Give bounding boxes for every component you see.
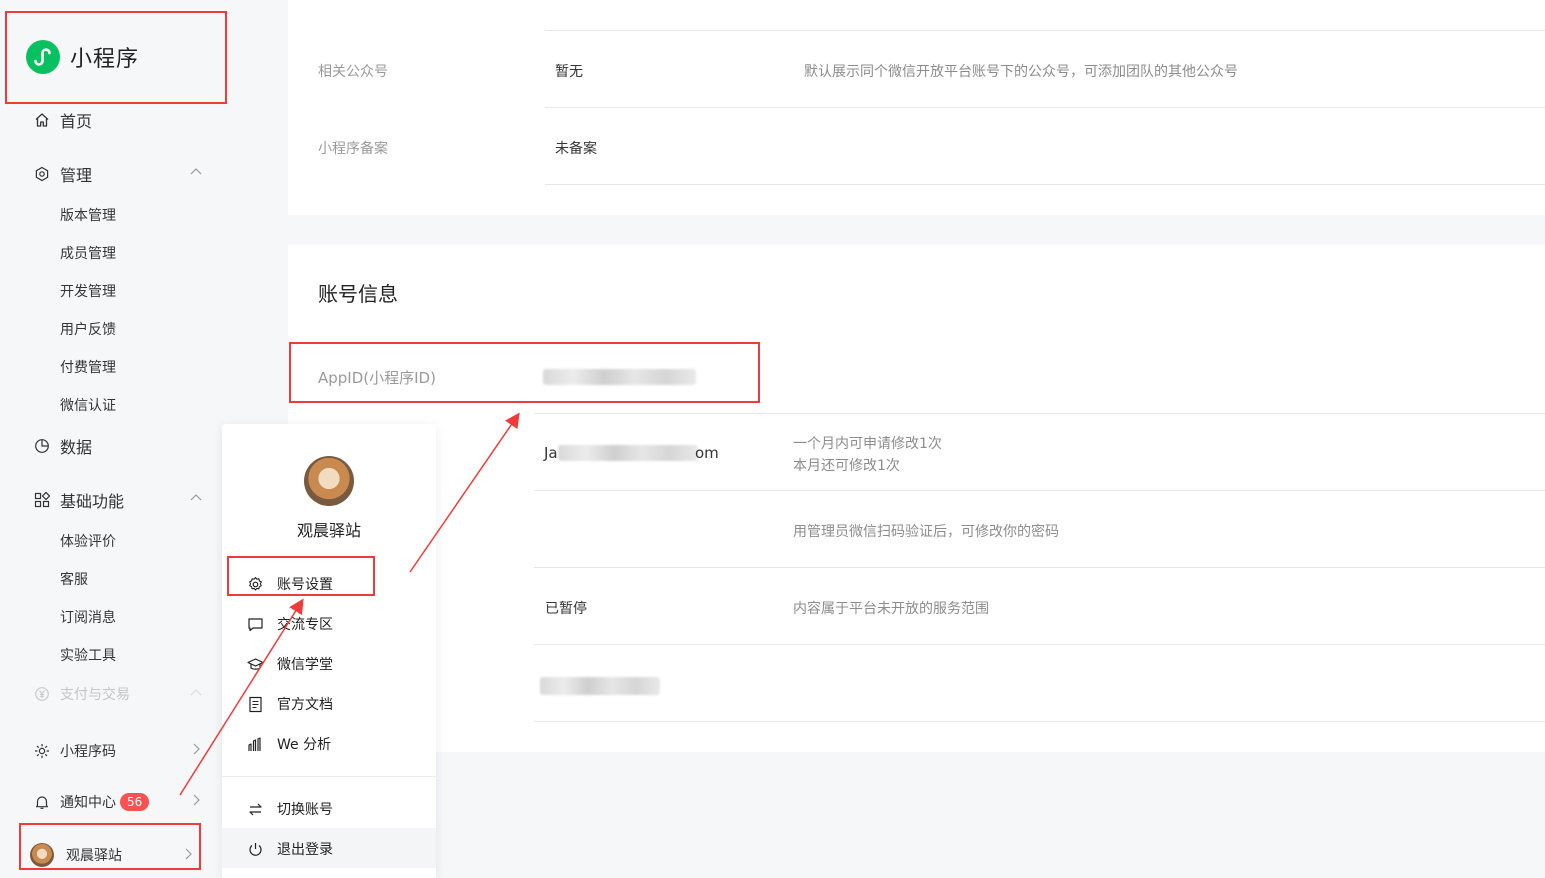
sidebar-account-name: 观晨驿站 (66, 848, 122, 864)
divider (534, 490, 1545, 491)
email-value-blurred (558, 445, 698, 461)
menu-item-label: 切换账号 (277, 802, 333, 818)
logout-item[interactable]: 退出登录 (246, 839, 436, 859)
divider (534, 644, 1545, 645)
power-icon (246, 840, 264, 858)
filing-value: 未备案 (555, 141, 597, 157)
password-desc: 用管理员微信扫码验证后，可修改你的密码 (793, 524, 1059, 540)
account-info-card: 账号信息 AppID(小程序ID) Ja om 一个月内可申请修改1次 本月还可… (288, 245, 1545, 752)
chevron-right-icon (189, 793, 203, 811)
blurred-value (540, 677, 660, 695)
official-account-label: 相关公众号 (318, 64, 388, 80)
divider (222, 776, 436, 777)
community-item[interactable]: 交流专区 (246, 614, 436, 634)
bars-icon (246, 735, 264, 753)
switch-account-item[interactable]: 切换账号 (246, 799, 436, 819)
sidebar-item-label: 支付与交易 (60, 687, 130, 703)
home-icon (33, 111, 51, 129)
sidebar-item-label: 小程序码 (60, 744, 116, 760)
chevron-right-icon (189, 742, 203, 760)
sidebar-item-label: 首页 (60, 112, 93, 131)
sidebar-item-manage[interactable]: 管理 (33, 162, 203, 186)
settings-hex-icon (33, 165, 51, 183)
divider (534, 567, 1545, 568)
chevron-right-icon (181, 847, 195, 865)
sidebar-item-label: 通知中心 (60, 795, 116, 811)
email-desc-line1: 一个月内可申请修改1次 (793, 436, 942, 452)
popup-account-name: 观晨驿站 (296, 521, 361, 540)
sidebar-item-basic[interactable]: 基础功能 (33, 488, 203, 512)
sidebar-item-label: 数据 (60, 438, 93, 457)
email-value-prefix: Ja (544, 444, 558, 462)
sidebar-item-subscriptions[interactable]: 订阅消息 (60, 607, 116, 627)
email-desc-line2: 本月还可修改1次 (793, 458, 900, 474)
we-analysis-item[interactable]: We 分析 (246, 734, 436, 754)
section-title: 账号信息 (318, 282, 398, 306)
mini-program-info-card: 相关公众号 暂无 默认展示同个微信开放平台账号下的公众号，可添加团队的其他公众号… (288, 0, 1545, 215)
sidebar-item-feedback[interactable]: 用户反馈 (60, 319, 116, 339)
sidebar-item-qrcode[interactable]: 小程序码 (33, 741, 203, 761)
pie-chart-icon (33, 437, 51, 455)
avatar (30, 843, 54, 867)
appid-value-blurred (543, 369, 696, 385)
sidebar: 小程序 首页 管理 版本管理 成员管理 开发管理 用户反馈 付费管理 微信认证 … (0, 0, 232, 878)
menu-item-label: 退出登录 (277, 842, 333, 858)
service-status-value: 已暂停 (545, 601, 587, 617)
sidebar-item-label: 基础功能 (60, 492, 125, 511)
official-docs-item[interactable]: 官方文档 (246, 694, 436, 714)
sidebar-item-members[interactable]: 成员管理 (60, 243, 116, 263)
divider (545, 107, 1545, 108)
sidebar-item-lab-tools[interactable]: 实验工具 (60, 645, 116, 665)
divider (534, 721, 1545, 722)
email-value-suffix: om (695, 444, 719, 462)
sidebar-item-verification[interactable]: 微信认证 (60, 395, 116, 415)
official-account-desc: 默认展示同个微信开放平台账号下的公众号，可添加团队的其他公众号 (804, 64, 1238, 80)
brand-logo[interactable]: 小程序 (26, 40, 139, 74)
menu-item-label: 账号设置 (277, 577, 333, 593)
appid-label: AppID(小程序ID) (318, 369, 436, 387)
chat-icon (246, 615, 264, 633)
yen-icon (33, 685, 51, 703)
sidebar-item-versions[interactable]: 版本管理 (60, 205, 116, 225)
filing-label: 小程序备案 (318, 141, 388, 157)
sidebar-item-payment-manage[interactable]: 付费管理 (60, 357, 116, 377)
graduation-cap-icon (246, 655, 264, 673)
sidebar-account-menu[interactable]: 观晨驿站 (30, 843, 195, 867)
divider (534, 413, 1545, 414)
sidebar-item-payment: 支付与交易 (33, 684, 203, 704)
sidebar-item-review[interactable]: 体验评价 (60, 531, 116, 551)
notification-count-badge: 56 (120, 793, 150, 811)
mini-program-logo-icon (26, 40, 60, 74)
chevron-up-icon (189, 686, 203, 704)
chevron-up-icon (189, 490, 203, 509)
bell-icon (33, 793, 51, 811)
sun-icon (33, 742, 51, 760)
document-icon (246, 695, 264, 713)
menu-item-label: 微信学堂 (277, 657, 333, 673)
sidebar-item-data[interactable]: 数据 (33, 434, 203, 458)
account-popup-menu: 观晨驿站 账号设置 交流专区 微信学堂 官方文档 We 分析 切换账号 退出登录 (222, 424, 436, 878)
sidebar-item-development[interactable]: 开发管理 (60, 281, 116, 301)
official-account-value: 暂无 (555, 64, 583, 80)
sidebar-item-label: 管理 (60, 166, 93, 185)
divider (545, 30, 1545, 31)
wechat-academy-item[interactable]: 微信学堂 (246, 654, 436, 674)
menu-item-label: 交流专区 (277, 617, 333, 633)
chevron-up-icon (189, 164, 203, 183)
divider (545, 184, 1545, 185)
swap-arrows-icon (246, 800, 264, 818)
sidebar-item-home[interactable]: 首页 (33, 108, 203, 132)
sidebar-item-notifications[interactable]: 通知中心 56 (33, 792, 203, 812)
service-status-desc: 内容属于平台未开放的服务范围 (793, 601, 989, 617)
grid-icon (33, 491, 51, 509)
avatar (304, 456, 354, 506)
brand-title: 小程序 (70, 47, 140, 72)
account-settings-item[interactable]: 账号设置 (246, 574, 436, 594)
menu-item-label: 官方文档 (277, 697, 333, 713)
gear-icon (246, 575, 264, 593)
menu-item-label: We 分析 (277, 737, 332, 753)
sidebar-item-customer-service[interactable]: 客服 (60, 569, 88, 589)
